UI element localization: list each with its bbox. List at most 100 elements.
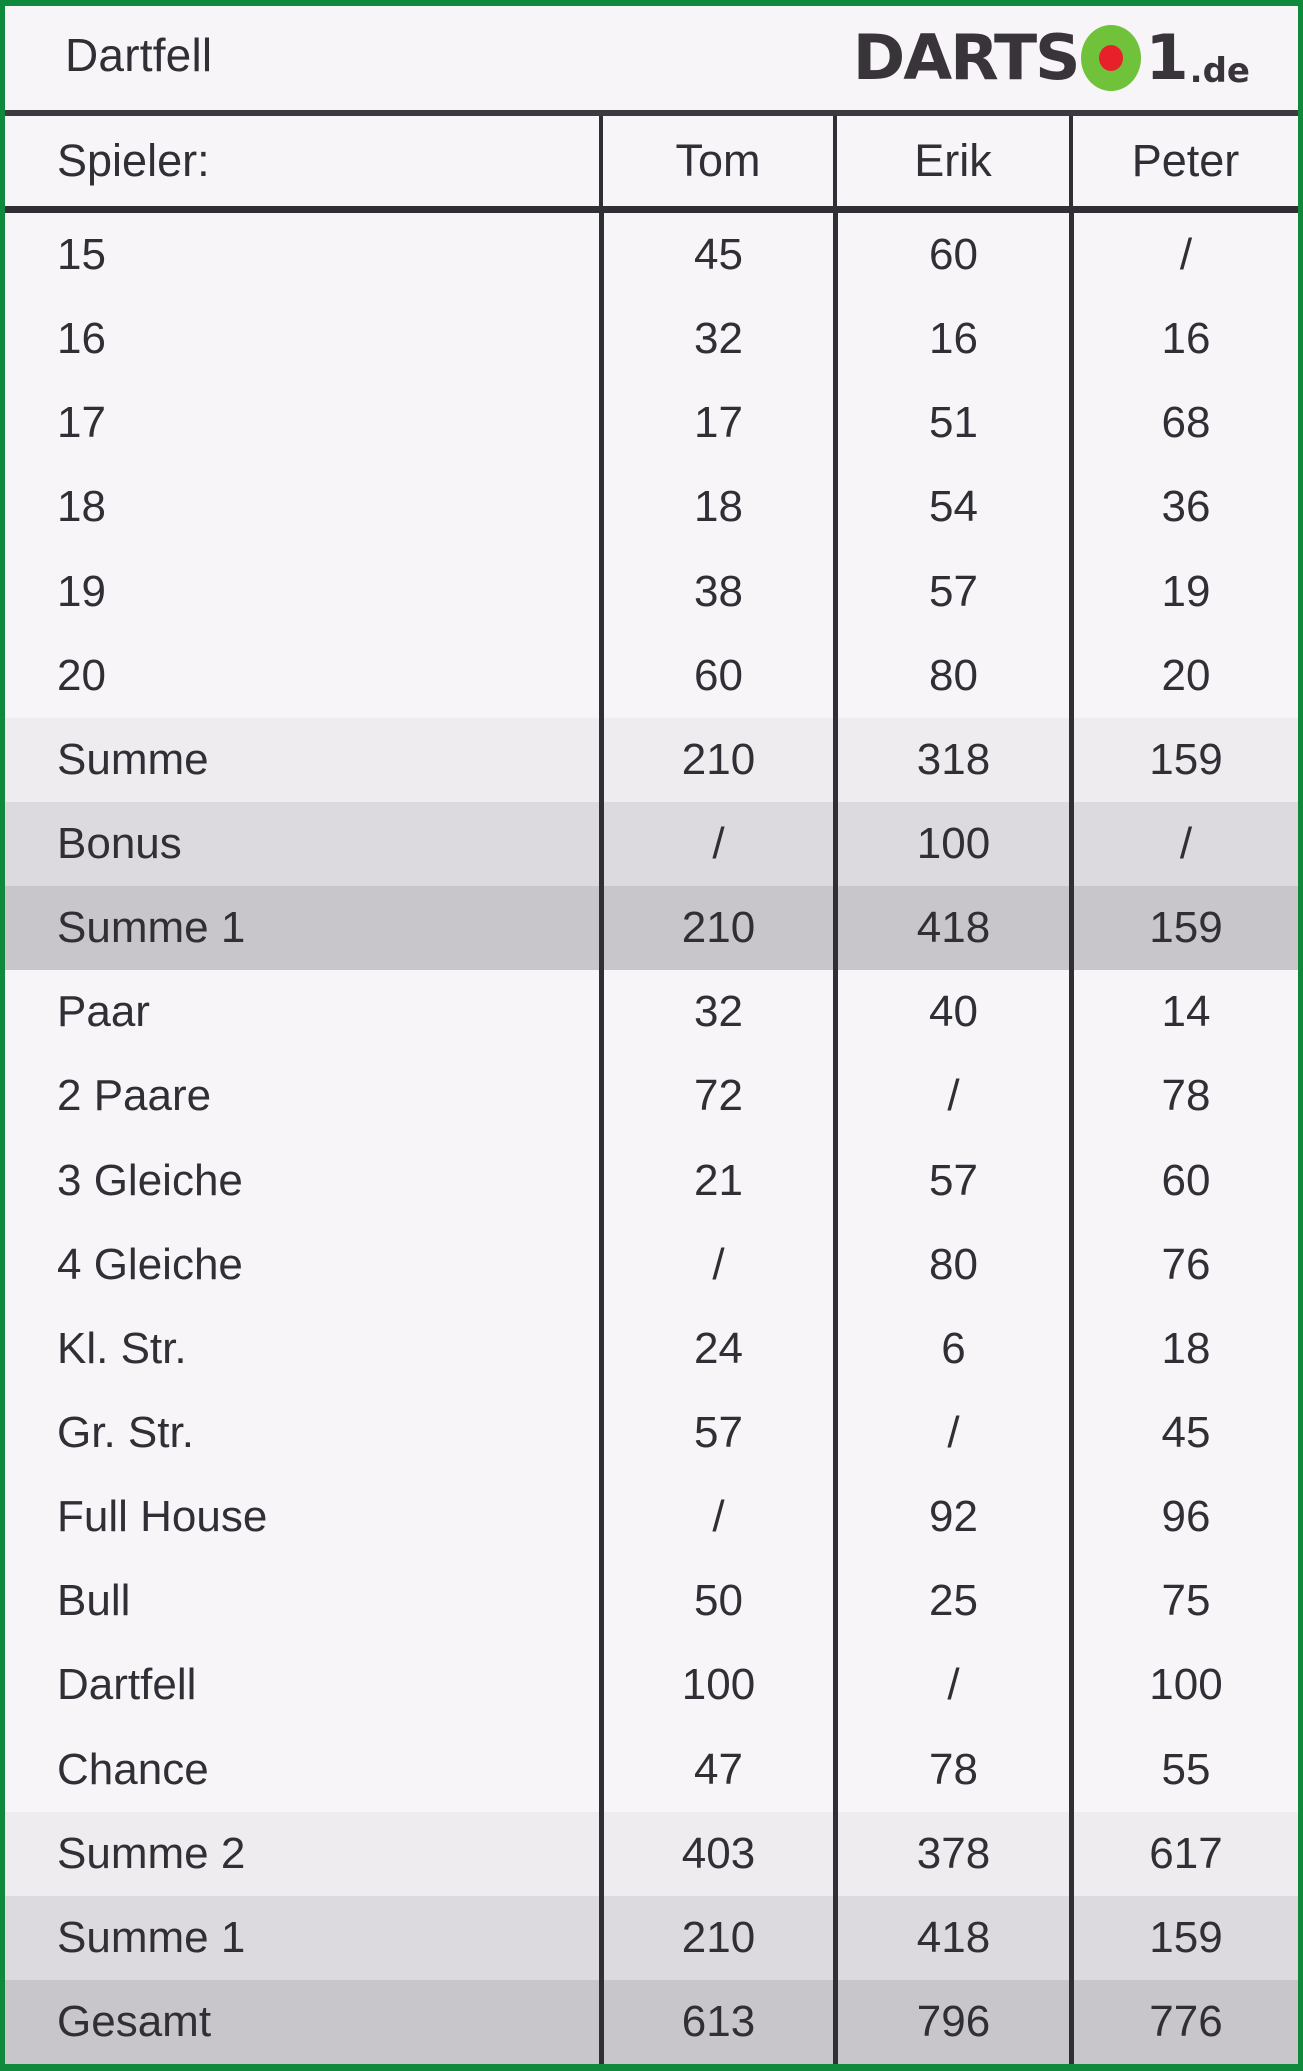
table-row: 20 60 80 20 xyxy=(5,633,1298,718)
scoresheet: Dartfell DARTS 1 .de Spieler: Tom Erik P… xyxy=(0,0,1303,2071)
score-cell[interactable]: 80 xyxy=(833,1222,1069,1307)
column-header-spieler: Spieler: xyxy=(57,135,210,186)
score-cell[interactable]: 60 xyxy=(833,213,1069,298)
score-cell[interactable]: / xyxy=(599,1475,833,1560)
score-cell[interactable]: 20 xyxy=(1069,633,1298,718)
score-cell[interactable]: 36 xyxy=(1069,465,1298,550)
row-label: Gesamt xyxy=(5,1979,599,2065)
score-cell[interactable]: 210 xyxy=(599,1895,833,1980)
score-cell[interactable]: 57 xyxy=(833,1138,1069,1223)
row-label: Summe 1 xyxy=(5,1895,599,1980)
row-label: 16 xyxy=(57,314,106,364)
row-label: Paar xyxy=(57,987,150,1037)
row-label: 19 xyxy=(57,566,106,616)
table-row: Gr. Str. 57/45 xyxy=(5,1390,1298,1476)
score-cell[interactable]: 60 xyxy=(599,633,833,718)
logo-tld: .de xyxy=(1189,51,1250,91)
score-cell[interactable]: / xyxy=(833,1390,1069,1476)
score-cell[interactable]: 159 xyxy=(1069,717,1298,802)
bullseye-center xyxy=(1098,45,1123,71)
score-cell[interactable]: 40 xyxy=(833,970,1069,1055)
score-cell[interactable]: 776 xyxy=(1069,1979,1298,2065)
score-cell[interactable]: / xyxy=(599,1222,833,1307)
score-cell[interactable]: 6 xyxy=(833,1306,1069,1391)
score-cell[interactable]: 159 xyxy=(1069,886,1298,971)
score-cell[interactable]: 318 xyxy=(833,717,1069,802)
score-cell[interactable]: 19 xyxy=(1069,549,1298,634)
score-cell[interactable]: 68 xyxy=(1069,381,1298,466)
table-row: Summe 2 403 378 617 xyxy=(5,1811,1298,1896)
row-label: 3 Gleiche xyxy=(57,1155,243,1205)
score-cell[interactable]: 47 xyxy=(599,1727,833,1812)
table-row: Chance 47 78 55 xyxy=(5,1727,1298,1812)
score-cell[interactable]: 54 xyxy=(833,465,1069,550)
score-cell[interactable]: 51 xyxy=(833,381,1069,466)
score-cell[interactable]: 16 xyxy=(1069,297,1298,382)
table-row: Bonus/100/ xyxy=(5,801,1298,887)
score-cell[interactable]: 76 xyxy=(1069,1222,1298,1307)
score-cell[interactable]: 45 xyxy=(1069,1390,1298,1476)
score-cell[interactable]: 57 xyxy=(833,549,1069,634)
score-cell[interactable]: 100 xyxy=(833,801,1069,887)
row-label: Full House xyxy=(57,1492,268,1542)
table-row: 2 Paare 72/78 xyxy=(5,1054,1298,1139)
score-cell[interactable]: 32 xyxy=(599,297,833,382)
score-cell[interactable]: 78 xyxy=(833,1727,1069,1812)
score-cell[interactable]: / xyxy=(833,1054,1069,1139)
table-row: Summe 1 210 418 159 xyxy=(5,886,1298,971)
score-cell[interactable]: 210 xyxy=(599,717,833,802)
row-label: 17 xyxy=(57,398,106,448)
score-cell[interactable]: 16 xyxy=(833,297,1069,382)
score-cell[interactable]: 21 xyxy=(599,1138,833,1223)
row-label: 15 xyxy=(57,230,106,280)
score-cell[interactable]: 796 xyxy=(833,1979,1069,2065)
score-cell[interactable]: 18 xyxy=(1069,1306,1298,1391)
score-cell[interactable]: / xyxy=(1069,801,1298,887)
score-cell[interactable]: 100 xyxy=(599,1643,833,1728)
row-label: 20 xyxy=(57,650,106,700)
score-cell[interactable]: 14 xyxy=(1069,970,1298,1055)
table-row: 16 32 16 16 xyxy=(5,297,1298,382)
score-cell[interactable]: 613 xyxy=(599,1979,833,2065)
score-cell[interactable]: 24 xyxy=(599,1306,833,1391)
score-cell[interactable]: 75 xyxy=(1069,1559,1298,1644)
score-cell[interactable]: 92 xyxy=(833,1475,1069,1560)
score-cell[interactable]: 617 xyxy=(1069,1811,1298,1896)
title-bar: Dartfell DARTS 1 .de xyxy=(5,6,1298,116)
score-cell[interactable]: / xyxy=(833,1643,1069,1728)
score-cell[interactable]: 45 xyxy=(599,213,833,298)
score-cell[interactable]: / xyxy=(1069,213,1298,298)
score-cell[interactable]: 50 xyxy=(599,1559,833,1644)
table-row: 4 Gleiche /80 76 xyxy=(5,1222,1298,1307)
score-cell[interactable]: 25 xyxy=(833,1559,1069,1644)
table-row: Dartfell 100/100 xyxy=(5,1643,1298,1728)
logo-wordmark: DARTS xyxy=(852,21,1081,95)
score-cell[interactable]: 80 xyxy=(833,633,1069,718)
column-header-player-2: Erik xyxy=(833,116,1069,206)
score-cell[interactable]: 72 xyxy=(599,1054,833,1139)
row-label: 4 Gleiche xyxy=(57,1239,243,1289)
score-cell[interactable]: 378 xyxy=(833,1811,1069,1896)
score-cell[interactable]: 78 xyxy=(1069,1054,1298,1139)
score-cell[interactable]: 210 xyxy=(599,886,833,971)
score-cell[interactable]: 32 xyxy=(599,970,833,1055)
table-row: Bull 50 25 75 xyxy=(5,1559,1298,1644)
score-cell[interactable]: 418 xyxy=(833,1895,1069,1980)
score-cell[interactable]: 57 xyxy=(599,1390,833,1476)
score-cell[interactable]: 96 xyxy=(1069,1475,1298,1560)
score-cell[interactable]: 38 xyxy=(599,549,833,634)
table-row: Summe 210 318 159 xyxy=(5,717,1298,802)
score-cell[interactable]: 418 xyxy=(833,886,1069,971)
score-cell[interactable]: 18 xyxy=(599,465,833,550)
row-label: 2 Paare xyxy=(57,1071,212,1121)
score-cell[interactable]: / xyxy=(599,801,833,887)
logo-one: 1 xyxy=(1145,21,1189,95)
score-cell[interactable]: 159 xyxy=(1069,1895,1298,1980)
score-cell[interactable]: 100 xyxy=(1069,1643,1298,1728)
score-cell[interactable]: 55 xyxy=(1069,1727,1298,1812)
score-cell[interactable]: 60 xyxy=(1069,1138,1298,1223)
score-cell[interactable]: 403 xyxy=(599,1811,833,1896)
table-row: Gesamt 613 796 776 xyxy=(5,1979,1298,2065)
score-cell[interactable]: 17 xyxy=(599,381,833,466)
row-label: Summe 2 xyxy=(5,1811,599,1896)
